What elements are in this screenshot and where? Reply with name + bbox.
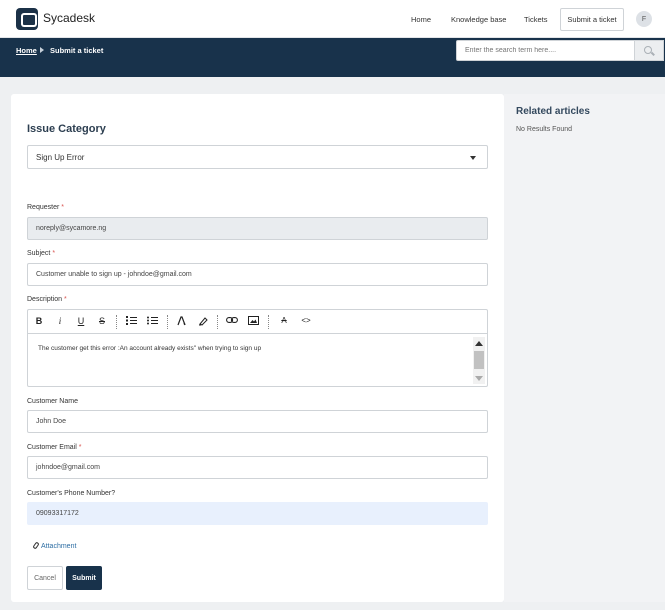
text-color-button[interactable]	[176, 316, 188, 328]
subject-label: Subject *	[27, 250, 56, 257]
text-color-icon	[177, 316, 186, 326]
insert-image-button[interactable]	[247, 316, 259, 327]
strikethrough-button[interactable]: S	[96, 316, 108, 326]
phone-label: Customer's Phone Number?	[27, 490, 116, 497]
customer-name-input[interactable]: John Doe	[27, 410, 488, 433]
cancel-button[interactable]: Cancel	[27, 566, 63, 590]
link-icon	[226, 317, 238, 323]
requester-label: Requester *	[27, 204, 64, 211]
highlighter-icon	[199, 317, 208, 326]
search-icon	[644, 46, 652, 54]
description-textarea[interactable]: The customer get this error :An account …	[38, 345, 261, 352]
toolbar-separator	[268, 315, 269, 329]
clear-format-button[interactable]: A	[278, 316, 290, 325]
clear-format-icon: A	[281, 316, 287, 325]
code-view-button[interactable]: <>	[300, 316, 312, 325]
ordered-list-button[interactable]	[125, 316, 137, 327]
editor-toolbar: B i U S A <>	[28, 310, 487, 334]
breadcrumb-current: Submit a ticket	[50, 46, 104, 55]
phone-input[interactable]: 09093317172	[27, 502, 488, 525]
nav-home-link[interactable]: Home	[411, 15, 431, 24]
brand-name[interactable]: Sycadesk	[43, 11, 95, 25]
scroll-thumb[interactable]	[474, 351, 484, 369]
search-input[interactable]	[456, 40, 635, 61]
caret-down-icon	[470, 156, 476, 160]
user-avatar[interactable]: F	[636, 11, 652, 27]
related-articles-title: Related articles	[516, 106, 590, 117]
breadcrumb-home-link[interactable]: Home	[16, 46, 37, 55]
toolbar-separator	[217, 315, 218, 329]
issue-category-select[interactable]: Sign Up Error	[27, 145, 488, 169]
description-editor: B i U S A <> The customer get this error	[27, 309, 488, 387]
bullet-list-button[interactable]	[146, 316, 158, 327]
related-articles-empty: No Results Found	[516, 126, 573, 133]
customer-name-label: Customer Name	[27, 398, 78, 405]
scroll-up-icon[interactable]	[475, 341, 483, 346]
insert-link-button[interactable]	[226, 316, 238, 326]
submit-ticket-button[interactable]: Submit a ticket	[560, 8, 624, 31]
submit-button[interactable]: Submit	[66, 566, 102, 590]
sycadesk-logo-icon[interactable]	[16, 8, 38, 30]
issue-category-heading: Issue Category	[27, 123, 106, 135]
paperclip-icon	[32, 541, 40, 550]
description-label: Description *	[27, 296, 67, 303]
highlight-button[interactable]	[197, 316, 209, 328]
customer-email-input[interactable]: johndoe@gmail.com	[27, 456, 488, 479]
ordered-list-icon	[125, 316, 137, 325]
italic-button[interactable]: i	[54, 316, 66, 326]
related-articles-panel	[504, 94, 665, 602]
customer-email-label: Customer Email *	[27, 444, 82, 451]
editor-scrollbar[interactable]	[473, 337, 485, 384]
issue-category-value: Sign Up Error	[36, 153, 85, 162]
toolbar-separator	[116, 315, 117, 329]
image-icon	[247, 316, 259, 325]
nav-tickets-link[interactable]: Tickets	[524, 15, 547, 24]
attachment-link[interactable]: Attachment	[32, 541, 76, 550]
requester-field: noreply@sycamore.ng	[27, 217, 488, 240]
subject-input[interactable]: Customer unable to sign up - johndoe@gma…	[27, 263, 488, 286]
top-navbar: Sycadesk Home Knowledge base Tickets Sub…	[0, 0, 665, 38]
scroll-down-icon[interactable]	[475, 376, 483, 381]
breadcrumb-arrow-icon	[40, 47, 44, 53]
nav-knowledge-base-link[interactable]: Knowledge base	[451, 15, 506, 24]
bold-button[interactable]: B	[33, 316, 45, 326]
bullet-list-icon	[146, 316, 158, 325]
search-button[interactable]	[635, 40, 664, 61]
toolbar-separator	[167, 315, 168, 329]
underline-button[interactable]: U	[75, 316, 87, 326]
